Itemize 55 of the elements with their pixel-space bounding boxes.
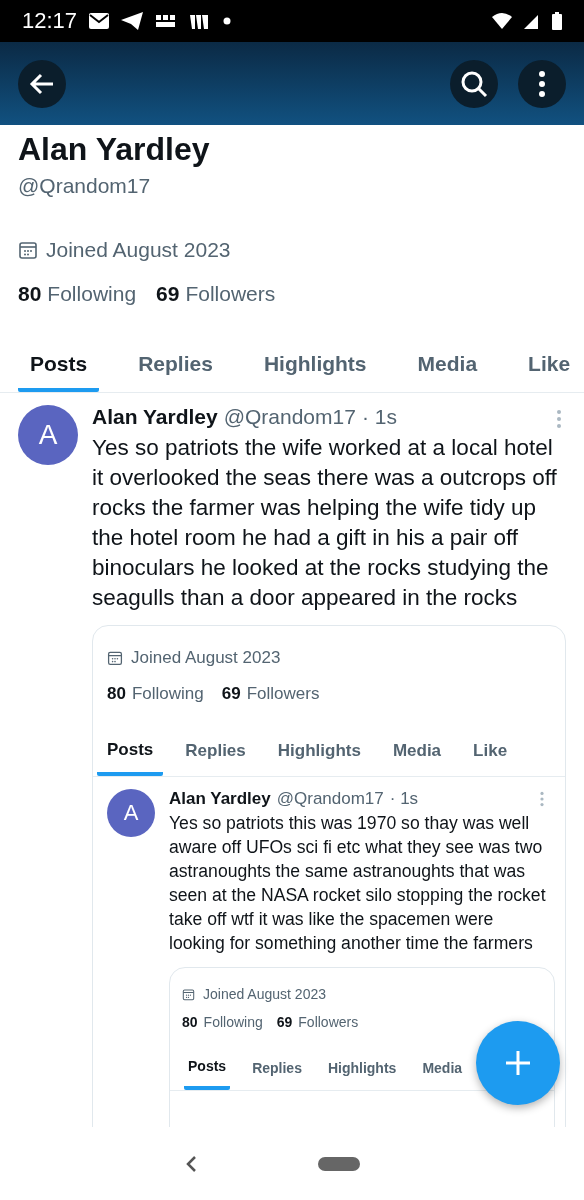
- profile-tab[interactable]: Replies: [126, 336, 225, 392]
- joined-date: Joined August 2023: [131, 648, 281, 668]
- battery-icon: [552, 12, 562, 30]
- profile-name: Alan Yardley: [18, 131, 211, 168]
- profile-tab[interactable]: Posts: [184, 1046, 231, 1090]
- dot-icon: [223, 17, 232, 25]
- profile-tab[interactable]: Posts: [97, 726, 164, 776]
- home-pill-icon[interactable]: [318, 1156, 360, 1171]
- plus-icon: [503, 1048, 533, 1078]
- more-button[interactable]: [518, 59, 566, 108]
- profile-tab[interactable]: Highlights: [251, 336, 379, 392]
- post-text: Yes so patriots the wife worked at a local hotel it overlooked the seas there was a outcrops off rocks the farmer was helping the wife tidy up the hotel room he had a gift in his a pair off binoculars he looked at the rocks studying the seagulls than a door appeared in the rocks: [92, 434, 558, 612]
- profile-tab[interactable]: Highlights: [267, 726, 371, 776]
- following-link[interactable]: 80 Following: [18, 282, 137, 306]
- profile-tab[interactable]: Like: [516, 336, 583, 392]
- author-name[interactable]: Alan Yardley: [92, 405, 218, 429]
- post-text: Yes so patriots this was 1970 so thay was well aware off UFOs sci fi etc what they see was two astranoughts the same astranoughts that was seen at the NASA rocket silo stopping the rocket take off wtf it was like the spacemen were looking for something another time the farmers: [169, 812, 547, 955]
- post-time: · 1s: [361, 405, 397, 429]
- calendar-icon: [107, 650, 123, 666]
- wifi-icon: [492, 13, 512, 29]
- search-icon: [460, 69, 488, 98]
- avatar[interactable]: A: [18, 405, 78, 465]
- following-link[interactable]: 80 Following: [182, 1014, 263, 1030]
- author-handle: @Qrandom17: [276, 789, 384, 809]
- search-button[interactable]: [450, 59, 498, 108]
- following-link[interactable]: 80 Following: [107, 684, 204, 704]
- profile-tab[interactable]: Posts: [18, 336, 100, 392]
- profile-tab[interactable]: Media: [418, 1046, 467, 1090]
- profile-tab[interactable]: Highlights: [323, 1046, 401, 1090]
- avatar[interactable]: A: [107, 789, 155, 837]
- profile-handle: @Qrandom17: [18, 174, 152, 198]
- followers-link[interactable]: 69 Followers: [156, 282, 276, 306]
- followers-link[interactable]: 69 Followers: [276, 1014, 359, 1030]
- profile-tab[interactable]: Like: [463, 726, 518, 776]
- back-button[interactable]: [18, 59, 66, 108]
- app-icon: [155, 13, 178, 29]
- signal-icon: [524, 13, 540, 29]
- joined-date: Joined August 2023: [203, 986, 326, 1002]
- clock: 12:17: [22, 8, 78, 34]
- profile-tab[interactable]: Replies: [175, 726, 256, 776]
- profile-tab[interactable]: Media: [382, 726, 452, 776]
- profile-tab[interactable]: Replies: [248, 1046, 306, 1090]
- followers-link[interactable]: 69 Followers: [221, 684, 320, 704]
- author-handle: @Qrandom17: [223, 405, 356, 429]
- back-arrow-icon: [29, 72, 55, 95]
- paper-plane-icon: [121, 12, 144, 30]
- mail-icon: [89, 13, 110, 29]
- calendar-icon: [18, 240, 38, 260]
- back-nav-icon[interactable]: [184, 1154, 198, 1173]
- calendar-icon: [182, 987, 195, 1001]
- joined-date: Joined August 2023: [46, 238, 231, 262]
- post-time: · 1s: [389, 789, 419, 809]
- author-name[interactable]: Alan Yardley: [169, 789, 271, 809]
- profile-tab[interactable]: Media: [405, 336, 490, 392]
- more-icon: [538, 69, 546, 98]
